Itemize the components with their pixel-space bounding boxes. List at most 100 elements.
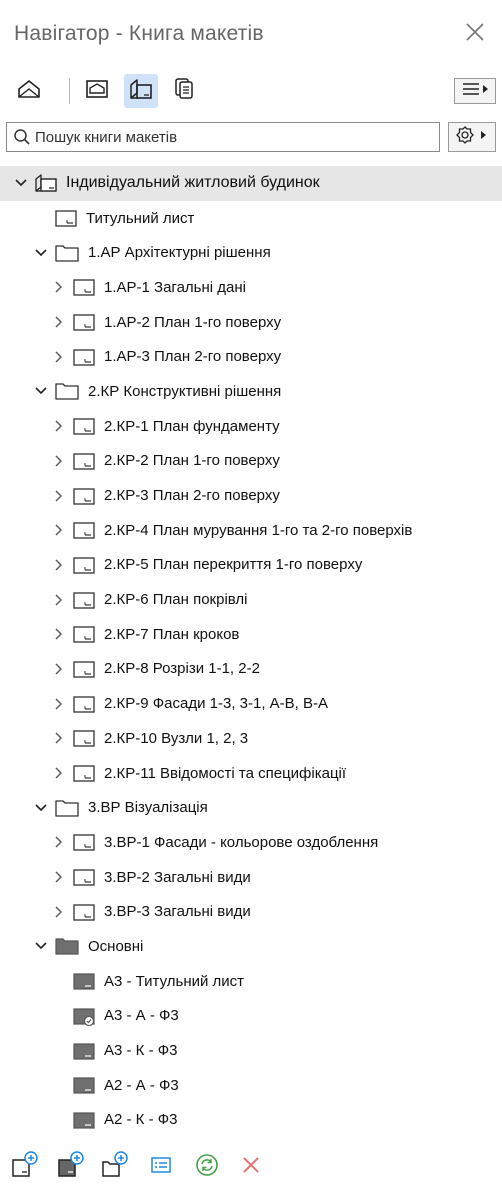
project-map-button[interactable] (12, 74, 46, 108)
tree-root-item[interactable]: Індивідуальний житловий будинок (0, 166, 502, 201)
tree-item[interactable]: 2.КР-10 Вузли 1, 2, 3 (0, 721, 502, 756)
tree-item[interactable]: 2.КР Конструктивні рішення (0, 374, 502, 409)
tree-item[interactable]: 2.КР-7 План кроков (0, 617, 502, 652)
tree-item[interactable]: 3.ВР-3 Загальні види (0, 894, 502, 929)
bottom-toolbar (0, 1140, 502, 1197)
options-menu-button[interactable] (454, 78, 496, 104)
chevron-down-icon[interactable] (32, 937, 50, 955)
tree-item[interactable]: 1.АР Архітектурні рішення (0, 235, 502, 270)
tree-item[interactable]: Титульний лист (0, 201, 502, 236)
tree-item[interactable]: Основні (0, 929, 502, 964)
tree-item-label: Основні (88, 937, 144, 955)
search-input[interactable] (35, 127, 435, 147)
delete-icon (238, 1152, 264, 1183)
tree-item[interactable]: А2 - К - Ф3 (0, 1103, 502, 1138)
folder-icon (54, 798, 80, 818)
chevron-right-icon[interactable] (50, 695, 68, 713)
tree-item[interactable]: 3.ВР-1 Фасади - кольорове оздоблення (0, 825, 502, 860)
tree-item[interactable]: А2 - А - Ф3 (0, 1068, 502, 1103)
tree-item[interactable]: А3 - Титульний лист (0, 964, 502, 999)
close-icon[interactable] (462, 19, 488, 45)
chevron-right-icon[interactable] (50, 313, 68, 331)
tree-item[interactable]: А3 - К - Ф3 (0, 1033, 502, 1068)
tree-item[interactable]: 2.КР-2 План 1-го поверху (0, 444, 502, 479)
layout-icon (72, 555, 96, 575)
chevron-right-icon[interactable] (50, 348, 68, 366)
master-layout-default-icon (72, 1006, 96, 1026)
hamburger-menu-icon (460, 81, 490, 102)
chevron-right-icon[interactable] (50, 833, 68, 851)
tree-item[interactable]: 2.КР-4 План мурування 1-го та 2-го повер… (0, 513, 502, 548)
folder-icon (54, 381, 80, 401)
publisher-sets-icon (172, 76, 198, 107)
tree-item[interactable]: 1.АР-1 Загальні дані (0, 270, 502, 305)
tree-item[interactable]: 2.КР-9 Фасади 1-3, 3-1, А-В, В-А (0, 686, 502, 721)
view-map-button[interactable] (80, 74, 114, 108)
chevron-right-icon[interactable] (50, 903, 68, 921)
chevron-right-icon[interactable] (50, 452, 68, 470)
chevron-right-icon[interactable] (50, 660, 68, 678)
tree-item[interactable]: 3.ВР Візуалізація (0, 790, 502, 825)
chevron-right-icon[interactable] (50, 487, 68, 505)
chevron-right-icon[interactable] (50, 591, 68, 609)
folder-icon (54, 243, 80, 263)
settings-menu-button[interactable] (448, 122, 496, 152)
chevron-right-icon[interactable] (50, 521, 68, 539)
layout-book-button[interactable] (124, 74, 158, 108)
delete-button[interactable] (236, 1152, 266, 1182)
master-layout-icon (72, 971, 96, 991)
layout-icon (72, 832, 96, 852)
settings-button[interactable] (146, 1152, 176, 1182)
chevron-right-icon[interactable] (50, 278, 68, 296)
window-title: Навігатор - Книга макетів (14, 22, 264, 45)
chevron-right-icon[interactable] (50, 417, 68, 435)
tree-item[interactable]: 2.КР-11 Ввідомості та специфікації (0, 756, 502, 791)
tree-item-label: 3.ВР Візуалізація (88, 799, 208, 817)
chevron-right-icon[interactable] (50, 625, 68, 643)
tree-item[interactable]: А3 - А - Ф3 (0, 999, 502, 1034)
title-bar: Навігатор - Книга макетів (0, 0, 502, 66)
publisher-sets-button[interactable] (168, 74, 202, 108)
tree-item[interactable]: 2.КР-3 План 2-го поверху (0, 478, 502, 513)
tree-item-label: Індивідуальний житловий будинок (66, 174, 320, 192)
tree-item-label: 2.КР-7 План кроков (104, 625, 240, 643)
chevron-right-icon[interactable] (50, 729, 68, 747)
tree-item-label: А2 - К - Ф3 (104, 1111, 178, 1129)
tree-item-label: 2.КР-1 План фундаменту (104, 417, 280, 435)
chevron-down-icon[interactable] (32, 382, 50, 400)
new-subset-icon (100, 1150, 130, 1185)
layout-tree: Індивідуальний житловий будинок Титульний… (0, 166, 502, 1137)
tree-item[interactable]: 2.КР-6 План покрівлі (0, 582, 502, 617)
layout-icon (72, 659, 96, 679)
chevron-right-icon[interactable] (50, 868, 68, 886)
tree-item[interactable]: 2.КР-8 Розрізи 1-1, 2-2 (0, 652, 502, 687)
master-layout-icon (72, 1041, 96, 1061)
tree-item-label: 1.АР-2 План 1-го поверху (104, 313, 282, 331)
tree-item-label: 2.КР-3 План 2-го поверху (104, 487, 280, 505)
new-subset-button[interactable] (100, 1150, 130, 1185)
new-layout-button[interactable] (10, 1150, 40, 1182)
chevron-right-icon[interactable] (50, 556, 68, 574)
new-master-layout-button[interactable] (56, 1150, 86, 1182)
chevron-down-icon[interactable] (32, 244, 50, 262)
tree-item[interactable]: 1.АР-2 План 1-го поверху (0, 305, 502, 340)
layout-icon (72, 728, 96, 748)
layout-icon (72, 590, 96, 610)
layout-icon (72, 347, 96, 367)
tree-item-label: 1.АР Архітектурні рішення (88, 244, 271, 262)
tree-item[interactable]: 2.КР-5 План перекриття 1-го поверху (0, 548, 502, 583)
navigator-toolbar (0, 70, 502, 112)
search-icon (13, 128, 31, 151)
update-button[interactable] (192, 1152, 222, 1182)
tree-item[interactable]: 2.КР-1 План фундаменту (0, 409, 502, 444)
tree-item[interactable]: 1.АР-3 План 2-го поверху (0, 339, 502, 374)
chevron-right-icon[interactable] (50, 764, 68, 782)
tree-item-label: 2.КР-9 Фасади 1-3, 3-1, А-В, В-А (104, 695, 329, 713)
tree-item-label: А3 - К - Ф3 (104, 1042, 178, 1060)
master-layout-icon (72, 1075, 96, 1095)
master-layout-icon (72, 1110, 96, 1130)
chevron-down-icon[interactable] (12, 174, 30, 192)
chevron-down-icon[interactable] (32, 799, 50, 817)
search-box[interactable] (6, 122, 440, 152)
tree-item[interactable]: 3.ВР-2 Загальні види (0, 860, 502, 895)
